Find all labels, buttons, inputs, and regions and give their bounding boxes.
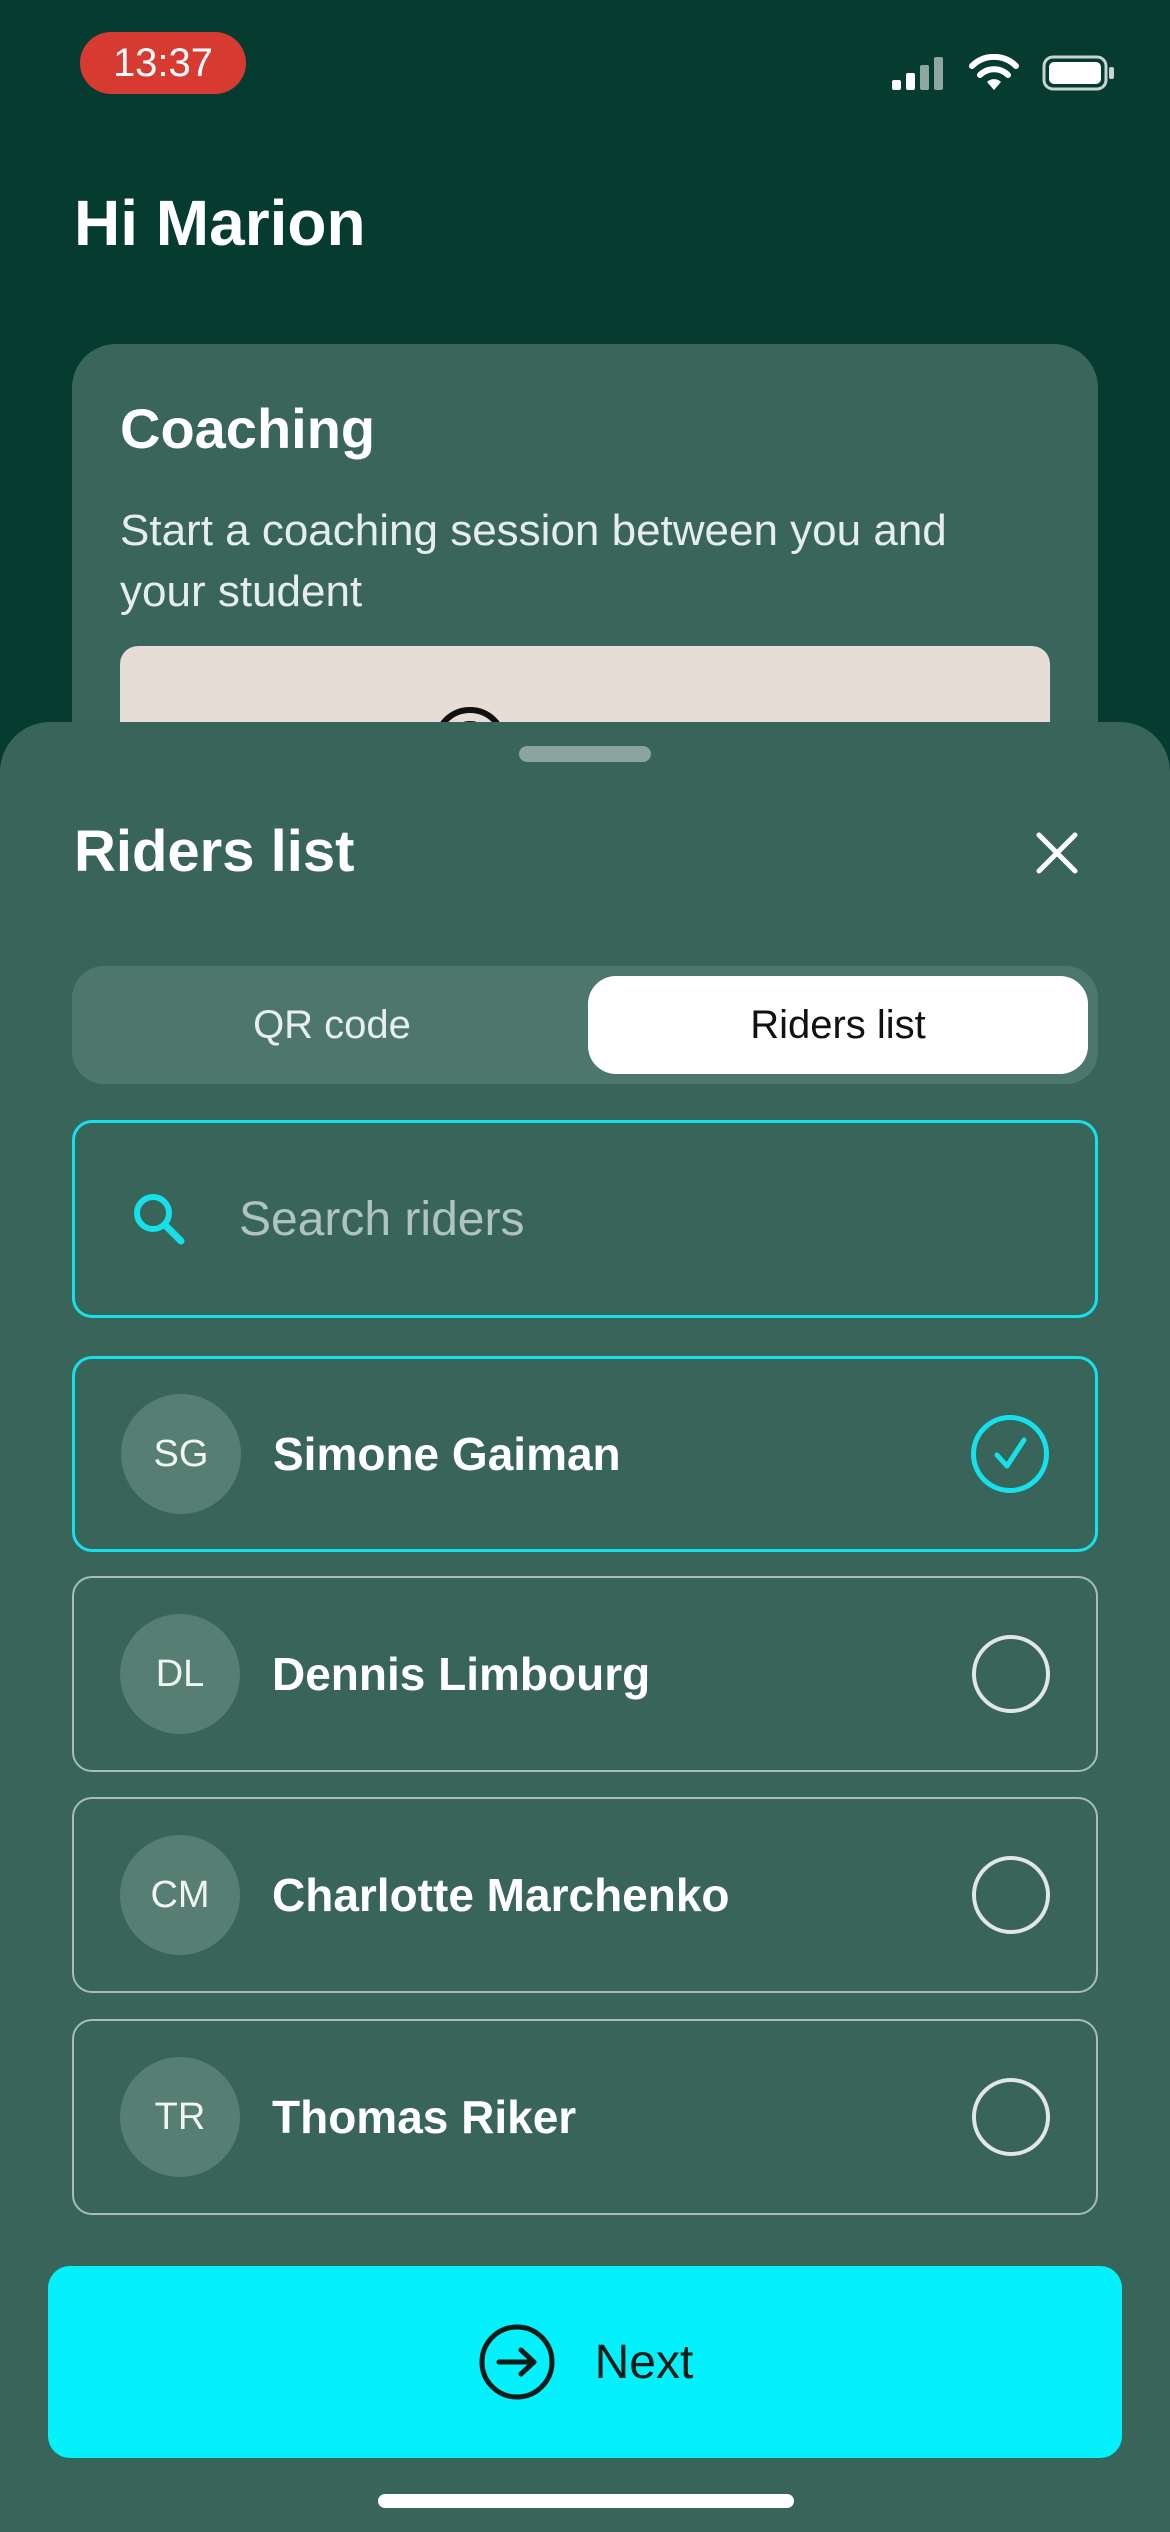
- rider-item-charlotte-marchenko[interactable]: CM Charlotte Marchenko: [72, 1797, 1098, 1993]
- rider-name: Thomas Riker: [272, 2091, 577, 2143]
- avatar: CM: [120, 1835, 240, 1955]
- checkmark-icon: [994, 1437, 1027, 1469]
- rider-item-thomas-riker[interactable]: TR Thomas Riker: [72, 2019, 1098, 2215]
- status-icons: [892, 48, 1116, 98]
- coaching-card-description: Start a coaching session between you and…: [120, 506, 947, 616]
- next-button[interactable]: Next: [48, 2266, 1122, 2458]
- tab-riders-list[interactable]: Riders list: [588, 976, 1088, 1074]
- tab-qr-code[interactable]: QR code: [82, 976, 582, 1074]
- rider-item-simone-gaiman[interactable]: SG Simone Gaiman: [72, 1356, 1098, 1552]
- search-input[interactable]: [237, 1190, 1095, 1248]
- close-button[interactable]: [1022, 818, 1092, 888]
- rider-item-dennis-limbourg[interactable]: DL Dennis Limbourg: [72, 1576, 1098, 1772]
- avatar: TR: [120, 2057, 240, 2177]
- next-button-label: Next: [594, 2335, 694, 2389]
- status-time: 13:37: [80, 32, 246, 94]
- search-field[interactable]: [72, 1120, 1098, 1318]
- riders-sheet: Riders list QR code Riders list SG Simon…: [0, 722, 1170, 2532]
- close-icon: [1036, 832, 1078, 874]
- rider-radio[interactable]: [972, 1856, 1050, 1934]
- rider-radio-selected[interactable]: [971, 1415, 1049, 1493]
- coaching-card-title: Coaching: [120, 397, 376, 460]
- sheet-grabber[interactable]: [519, 746, 651, 762]
- rider-radio[interactable]: [972, 2078, 1050, 2156]
- rider-name: Dennis Limbourg: [272, 1648, 651, 1700]
- coaching-card[interactable]: Coaching Start a coaching session betwee…: [72, 344, 1098, 764]
- segmented-control: QR code Riders list: [72, 966, 1098, 1084]
- arrow-right-circle-icon: [479, 2324, 555, 2400]
- rider-radio[interactable]: [972, 1635, 1050, 1713]
- search-icon: [134, 1194, 185, 1245]
- cellular-signal-icon: [892, 57, 943, 90]
- battery-icon: [1042, 55, 1114, 91]
- wifi-icon: [969, 54, 1019, 90]
- home-indicator: [378, 2494, 794, 2508]
- rider-name: Charlotte Marchenko: [272, 1869, 730, 1921]
- avatar: SG: [121, 1394, 241, 1514]
- sheet-title: Riders list: [74, 819, 355, 884]
- avatar: DL: [120, 1614, 240, 1734]
- greeting-title: Hi Marion: [74, 187, 366, 259]
- rider-name: Simone Gaiman: [273, 1428, 621, 1480]
